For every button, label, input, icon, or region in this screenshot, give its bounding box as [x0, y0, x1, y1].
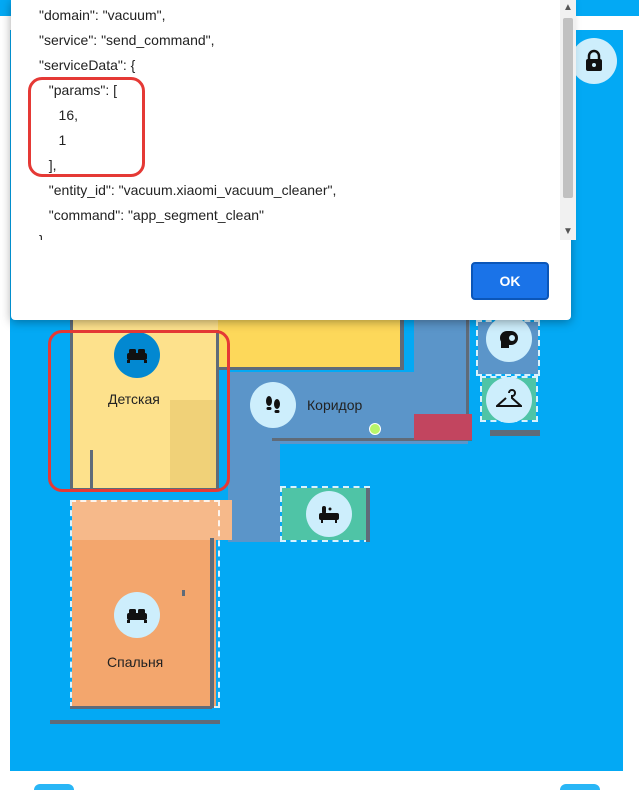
kids-room-highlight — [48, 330, 230, 492]
code-line: "command": "app_segment_clean" — [41, 207, 265, 223]
code-line: "domain": "vacuum", — [39, 7, 166, 23]
code-line: "serviceData": { — [39, 57, 136, 73]
wall-segment — [182, 590, 185, 596]
ok-button[interactable]: OK — [471, 262, 549, 300]
wall-segment — [70, 706, 212, 709]
bottom-button-right[interactable] — [560, 784, 600, 790]
code-line: } — [39, 232, 44, 240]
room-label-corridor[interactable]: Коридор — [307, 397, 362, 413]
scroll-thumb[interactable] — [563, 18, 573, 198]
bottom-strip — [0, 771, 639, 790]
wall-segment — [400, 315, 404, 370]
service-data-dialog: "domain": "vacuum", "service": "send_com… — [11, 0, 576, 320]
bottom-button-left[interactable] — [34, 784, 74, 790]
wall-segment — [210, 538, 214, 708]
wall-segment — [218, 367, 404, 370]
code-line: "service": "send_command", — [39, 32, 215, 48]
toilet-paper-icon[interactable] — [486, 316, 532, 362]
room-corridor-right[interactable] — [414, 320, 470, 380]
scroll-down-arrow-icon[interactable]: ▼ — [563, 226, 573, 237]
room-label-bedroom[interactable]: Спальня — [107, 654, 163, 670]
bedroom-bed-icon[interactable] — [114, 592, 160, 638]
robot-dock-icon[interactable] — [369, 423, 381, 435]
corridor-footprints-icon[interactable] — [250, 382, 296, 428]
lock-icon — [586, 49, 602, 71]
wall-segment — [366, 488, 370, 542]
room-corridor-lower[interactable] — [228, 440, 280, 542]
code-line: "entity_id": "vacuum.xiaomi_vacuum_clean… — [41, 182, 337, 198]
room-top-area[interactable] — [218, 315, 400, 367]
scroll-up-arrow-icon[interactable]: ▲ — [563, 2, 573, 13]
lock-button[interactable] — [571, 38, 617, 84]
wall-segment — [50, 720, 220, 724]
dialog-scrollbar[interactable]: ▲ ▼ — [560, 0, 576, 240]
params-highlight — [28, 77, 145, 177]
wall-segment — [490, 430, 540, 436]
corridor-marked-zone[interactable] — [414, 414, 472, 440]
wardrobe-hanger-icon[interactable] — [486, 377, 532, 423]
bathroom-bathtub-icon[interactable] — [306, 491, 352, 537]
